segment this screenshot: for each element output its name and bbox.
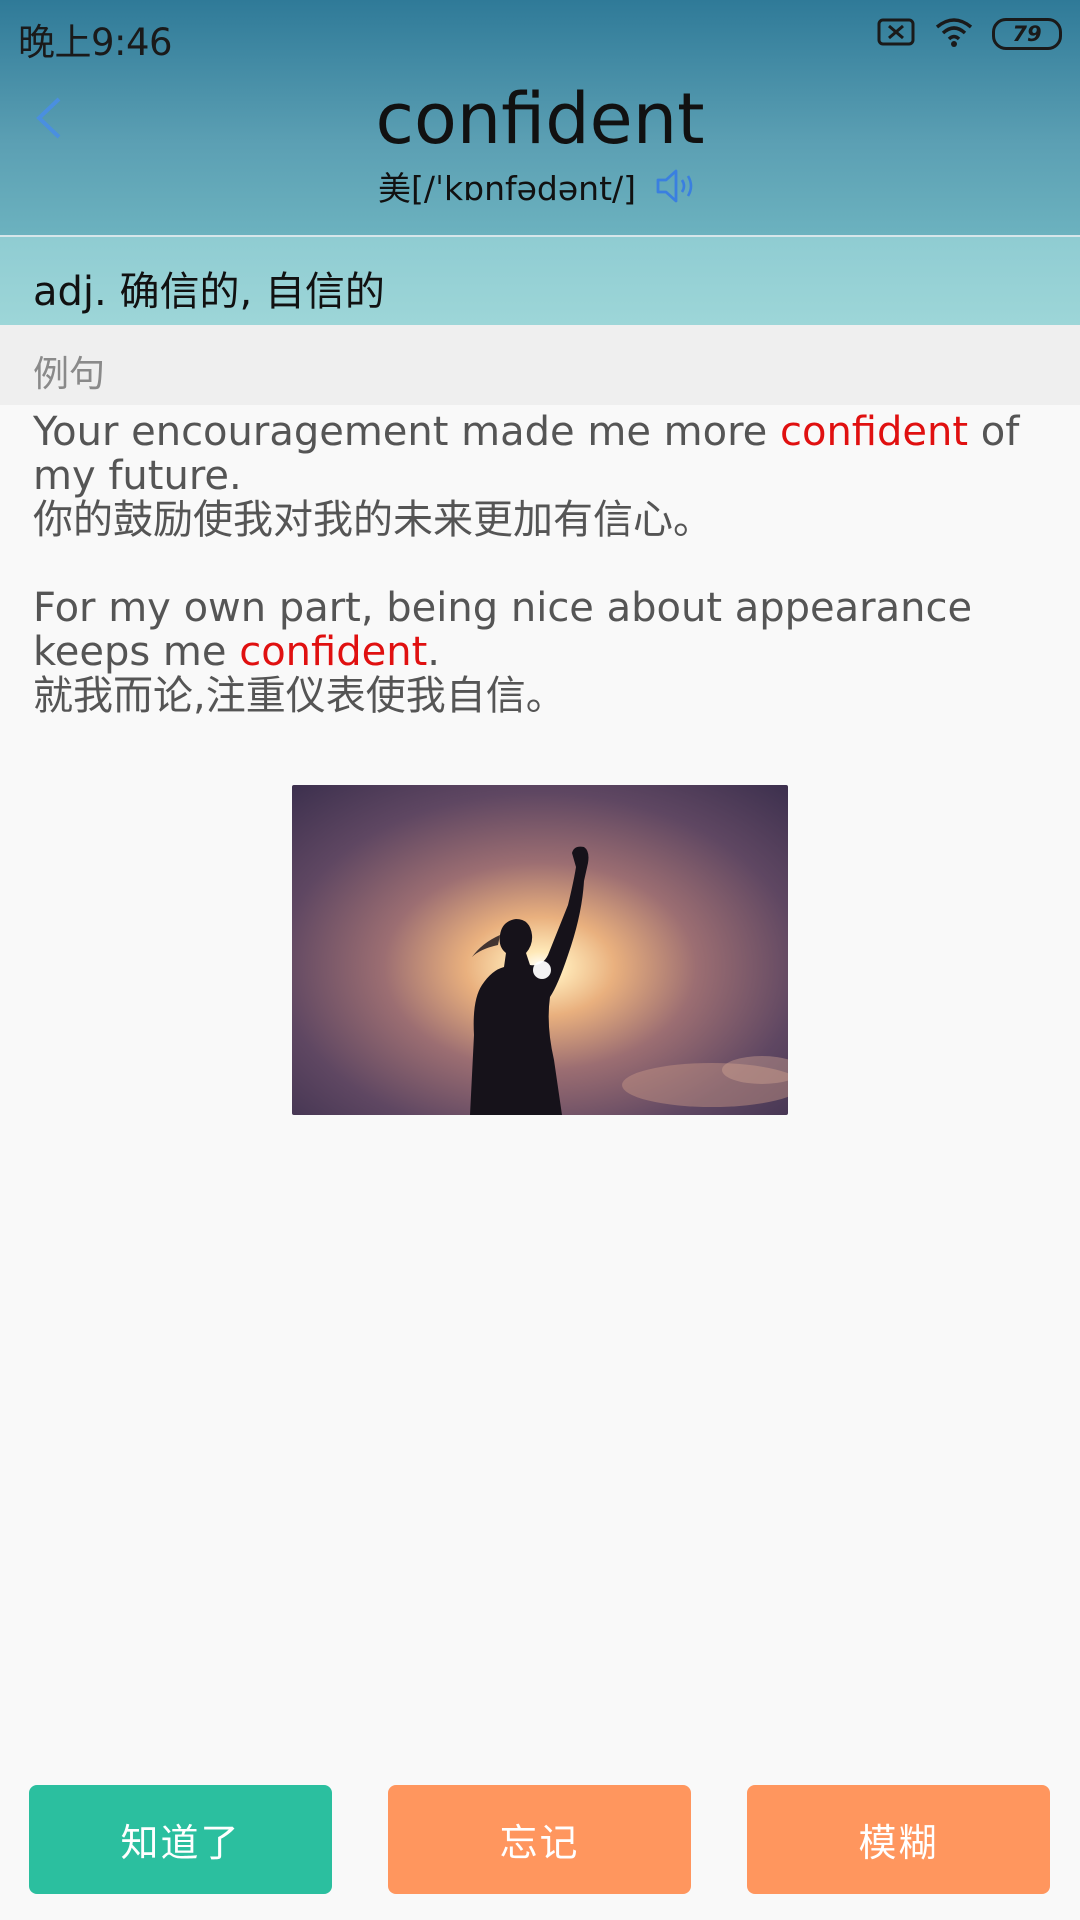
wifi-icon: [934, 16, 974, 52]
definition-text: adj. 确信的, 自信的: [33, 269, 385, 315]
speaker-icon[interactable]: [654, 166, 702, 206]
battery-icon: 79: [992, 18, 1062, 50]
illustration-image: [292, 785, 788, 1115]
battery-level: 79: [1012, 22, 1042, 46]
example-item: For my own part, being nice about appear…: [33, 586, 1063, 718]
example-english-before: Your encouragement made me more: [33, 409, 780, 455]
phonetic-row: 美[/ˈkɒnfədənt/]: [0, 162, 1080, 210]
status-bar: 晚上9:46 79: [0, 0, 1080, 68]
definition-bar: adj. 确信的, 自信的: [0, 237, 1080, 325]
examples-section-title: 例句: [33, 354, 106, 395]
bottom-button-bar: 知道了 忘记 模糊: [0, 1785, 1080, 1895]
know-button[interactable]: 知道了: [29, 1785, 332, 1894]
example-item: Your encouragement made me more confiden…: [33, 410, 1063, 542]
forget-button[interactable]: 忘记: [388, 1785, 691, 1894]
example-english: For my own part, being nice about appear…: [33, 586, 1063, 674]
blur-button[interactable]: 模糊: [747, 1785, 1050, 1894]
status-time: 晚上9:46: [18, 21, 173, 64]
example-english-before: For my own part, being nice about appear…: [33, 585, 973, 675]
status-icons: 79: [876, 16, 1062, 52]
phonetic-text: 美[/ˈkɒnfədənt/]: [377, 169, 637, 208]
examples-section-header: 例句: [0, 325, 1080, 405]
example-chinese: 就我而论,注重仪表使我自信。: [33, 673, 566, 719]
example-english: Your encouragement made me more confiden…: [33, 410, 1063, 498]
example-chinese: 你的鼓励使我对我的未来更加有信心。: [33, 497, 713, 543]
example-keyword: confident: [239, 629, 428, 675]
sim-x-icon: [876, 17, 916, 51]
word-title: confident: [375, 78, 705, 160]
header: 晚上9:46 79 confident 美[/ˈkɒnfədənt/]: [0, 0, 1080, 235]
example-english-after: .: [427, 629, 440, 675]
example-keyword: confident: [779, 409, 969, 455]
examples-list: Your encouragement made me more confiden…: [33, 410, 1063, 762]
